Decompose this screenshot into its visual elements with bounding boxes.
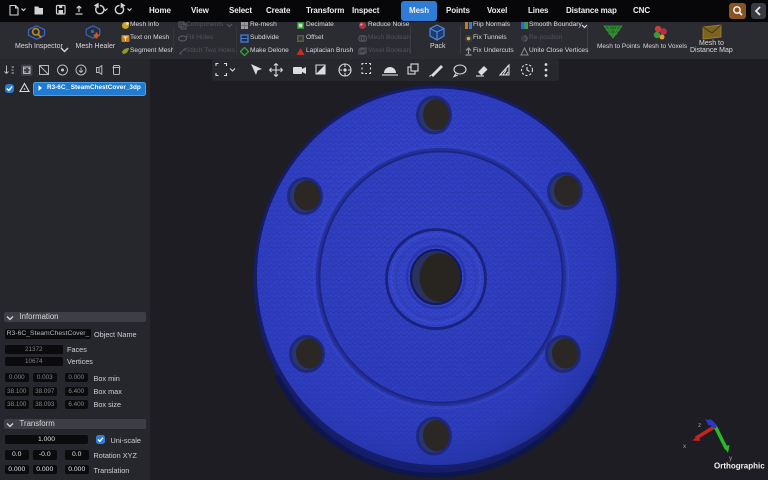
svg-text:x: x — [683, 443, 687, 450]
svg-text:Orthographic: Orthographic — [714, 462, 765, 471]
svg-text:z: z — [698, 422, 701, 429]
